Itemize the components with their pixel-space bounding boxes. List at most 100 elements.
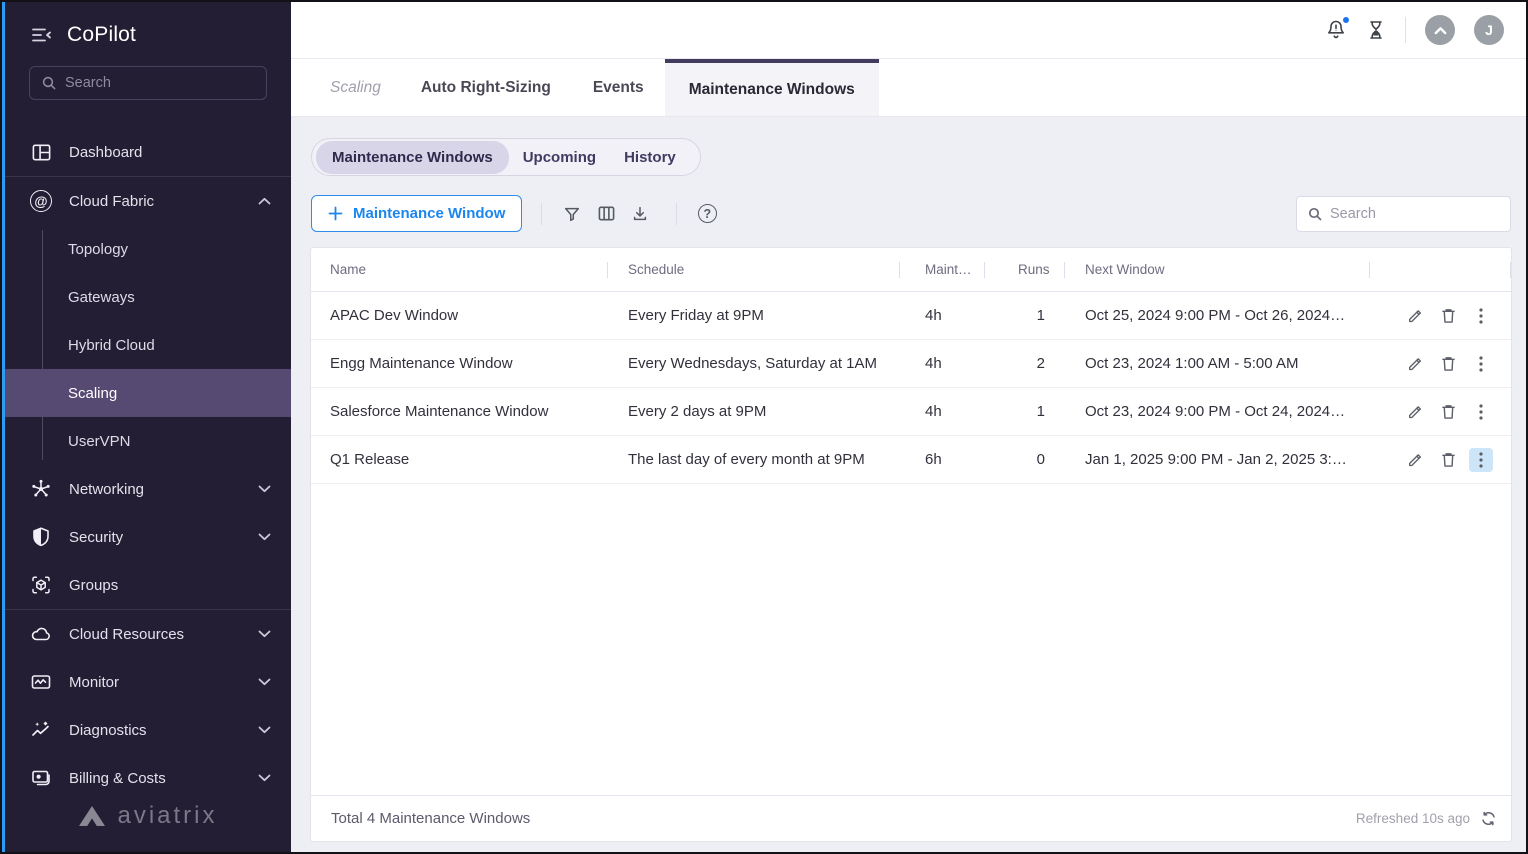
cell-name: Salesforce Maintenance Window <box>311 403 608 420</box>
collapse-sidebar-icon[interactable] <box>31 27 52 43</box>
sidebar-item-diagnostics[interactable]: Diagnostics <box>5 706 291 754</box>
column-header-runs[interactable]: Runs <box>985 248 1065 291</box>
sidebar-item-label: UserVPN <box>68 433 131 450</box>
table-search-input[interactable] <box>1330 206 1499 222</box>
download-icon[interactable] <box>623 197 657 231</box>
columns-icon[interactable] <box>589 197 623 231</box>
filter-icon[interactable] <box>555 197 589 231</box>
cell-maint: 4h <box>900 355 985 372</box>
cell-next-window: Jan 1, 2025 9:00 PM - Jan 2, 2025 3:… <box>1065 451 1370 468</box>
groups-icon <box>30 574 52 596</box>
toolbar-divider <box>541 203 542 225</box>
sidebar-item-label: Cloud Resources <box>69 626 184 643</box>
sidebar-item-scaling[interactable]: Scaling <box>5 369 291 417</box>
sidebar-item-uservpn[interactable]: UserVPN <box>5 417 291 465</box>
chevron-up-icon <box>258 197 271 205</box>
more-actions-icon[interactable] <box>1469 304 1493 328</box>
view-switch-upcoming[interactable]: Upcoming <box>509 141 610 174</box>
tab-label: Auto Right-Sizing <box>421 79 551 97</box>
table-row[interactable]: Engg Maintenance Window Every Wednesdays… <box>311 340 1511 388</box>
cloud-fabric-submenu: Topology Gateways Hybrid Cloud Scaling U… <box>5 225 291 465</box>
cell-maint: 6h <box>900 451 985 468</box>
cell-runs: 0 <box>985 451 1065 468</box>
sidebar-item-cloud-resources[interactable]: Cloud Resources <box>5 610 291 658</box>
chevron-down-icon <box>258 726 271 734</box>
edit-icon[interactable] <box>1403 352 1427 376</box>
sidebar-item-security[interactable]: Security <box>5 513 291 561</box>
sidebar-search[interactable] <box>29 66 267 100</box>
sidebar-item-label: Diagnostics <box>69 722 147 739</box>
main-area: J Scaling Auto Right-Sizing Events Maint… <box>291 2 1526 852</box>
cell-maint: 4h <box>900 307 985 324</box>
sidebar-item-groups[interactable]: Groups <box>5 561 291 609</box>
edit-icon[interactable] <box>1403 304 1427 328</box>
cell-runs: 1 <box>985 307 1065 324</box>
sidebar-item-billing-costs[interactable]: Billing & Costs <box>5 754 291 802</box>
tab-auto-right-sizing[interactable]: Auto Right-Sizing <box>400 59 572 116</box>
delete-icon[interactable] <box>1436 352 1460 376</box>
cell-next-window: Oct 25, 2024 9:00 PM - Oct 26, 2024… <box>1065 307 1370 324</box>
sidebar-item-networking[interactable]: Networking <box>5 465 291 513</box>
pending-tasks-button[interactable] <box>1366 18 1386 42</box>
sidebar-item-monitor[interactable]: Monitor <box>5 658 291 706</box>
more-actions-icon[interactable] <box>1469 352 1493 376</box>
more-actions-icon[interactable] <box>1469 448 1493 472</box>
sidebar-item-topology[interactable]: Topology <box>5 225 291 273</box>
notifications-button[interactable] <box>1325 18 1347 42</box>
sidebar-item-label: Hybrid Cloud <box>68 337 155 354</box>
cell-runs: 1 <box>985 403 1065 420</box>
more-actions-icon[interactable] <box>1469 400 1493 424</box>
view-switch-history[interactable]: History <box>610 141 690 174</box>
add-maintenance-window-button[interactable]: Maintenance Window <box>311 195 522 232</box>
column-header-name[interactable]: Name <box>311 248 608 291</box>
tab-label: Maintenance Windows <box>689 81 855 99</box>
content-area: Maintenance Windows Upcoming History Mai… <box>291 117 1526 852</box>
sidebar-search-input[interactable] <box>65 75 254 91</box>
table-row[interactable]: Salesforce Maintenance Window Every 2 da… <box>311 388 1511 436</box>
topbar-divider <box>1405 17 1406 43</box>
cell-schedule: The last day of every month at 9PM <box>608 451 900 468</box>
delete-icon[interactable] <box>1436 400 1460 424</box>
sidebar-item-gateways[interactable]: Gateways <box>5 273 291 321</box>
add-button-label: Maintenance Window <box>353 205 505 222</box>
delete-icon[interactable] <box>1436 304 1460 328</box>
sidebar-item-cloud-fabric[interactable]: @ Cloud Fabric <box>5 177 291 225</box>
edit-icon[interactable] <box>1403 448 1427 472</box>
refresh-icon[interactable] <box>1480 810 1497 827</box>
tab-events[interactable]: Events <box>572 59 665 116</box>
sidebar-nav: Dashboard @ Cloud Fabric Topology Gatewa… <box>5 128 291 802</box>
diagnostics-icon <box>30 719 52 741</box>
column-header-next-window[interactable]: Next Window <box>1065 248 1370 291</box>
help-glyph: ? <box>704 207 712 221</box>
sidebar-item-hybrid-cloud[interactable]: Hybrid Cloud <box>5 321 291 369</box>
table-row[interactable]: Q1 Release The last day of every month a… <box>311 436 1511 484</box>
scroll-top-button[interactable] <box>1425 15 1455 45</box>
tab-maintenance-windows[interactable]: Maintenance Windows <box>665 59 879 116</box>
table-header: Name Schedule Maint… Runs Next Window <box>311 248 1511 292</box>
cell-next-window: Oct 23, 2024 9:00 PM - Oct 24, 2024… <box>1065 403 1370 420</box>
edit-icon[interactable] <box>1403 400 1427 424</box>
sidebar-item-label: Monitor <box>69 674 119 691</box>
view-switch-maintenance-windows[interactable]: Maintenance Windows <box>316 141 509 174</box>
topbar: J <box>291 2 1526 59</box>
column-header-schedule[interactable]: Schedule <box>608 248 900 291</box>
avatar[interactable]: J <box>1474 15 1504 45</box>
tab-label: Scaling <box>330 79 381 97</box>
chevron-down-icon <box>258 533 271 541</box>
tab-scaling[interactable]: Scaling <box>311 59 400 116</box>
sidebar-item-dashboard[interactable]: Dashboard <box>5 128 291 176</box>
notification-dot <box>1341 15 1351 25</box>
aviatrix-logo: aviatrix <box>5 802 291 852</box>
app-title: CoPilot <box>67 23 136 47</box>
monitor-icon <box>30 671 52 693</box>
sidebar-header: CoPilot <box>5 2 291 60</box>
column-header-maint[interactable]: Maint… <box>900 248 985 291</box>
cell-name: APAC Dev Window <box>311 307 608 324</box>
toolbar-divider <box>676 203 677 225</box>
networking-icon <box>30 478 52 500</box>
delete-icon[interactable] <box>1436 448 1460 472</box>
dashboard-icon <box>30 141 52 163</box>
table-search[interactable] <box>1296 196 1511 232</box>
table-row[interactable]: APAC Dev Window Every Friday at 9PM 4h 1… <box>311 292 1511 340</box>
help-icon[interactable]: ? <box>690 197 724 231</box>
